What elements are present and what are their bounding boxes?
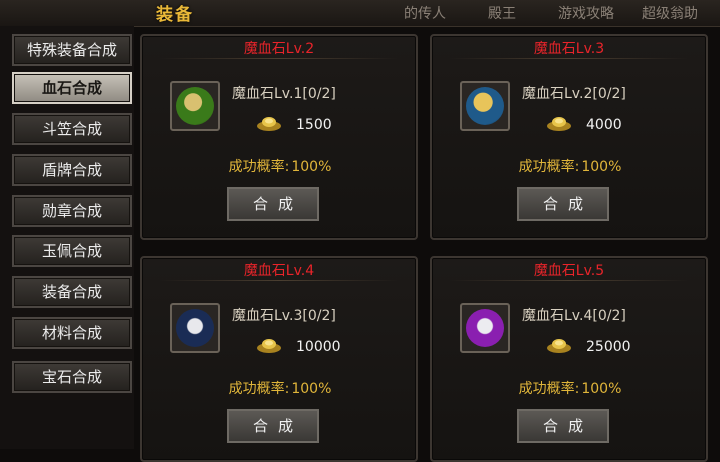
- cost-value: 25000: [586, 339, 631, 355]
- success-rate-label: 成功概率:: [518, 381, 580, 397]
- material-name: 魔血石Lv.1[0/2]: [232, 86, 336, 102]
- success-rate: 成功概率: 100%: [432, 378, 706, 398]
- material-name: 魔血石Lv.2[0/2]: [522, 86, 626, 102]
- dark-blue-tiger-gem-icon[interactable]: [170, 303, 220, 353]
- success-rate-label: 成功概率:: [228, 381, 290, 397]
- gold-ingot-icon: [257, 339, 281, 353]
- recipe-title: 魔血石Lv.2: [243, 41, 315, 57]
- divider: [450, 280, 688, 281]
- success-rate-value: 100%: [581, 159, 622, 175]
- gold-ingot-icon: [547, 339, 571, 353]
- success-rate-value: 100%: [581, 381, 622, 397]
- gold-ingot-icon: [547, 117, 571, 131]
- tab-palace-king[interactable]: 殿王: [488, 3, 516, 23]
- recipe-title: 魔血石Lv.3: [533, 41, 605, 57]
- sidebar-item-equipment[interactable]: 装备合成: [12, 276, 132, 308]
- sidebar-item-gem[interactable]: 宝石合成: [12, 361, 132, 393]
- craft-button[interactable]: 合成: [227, 187, 319, 221]
- tab-game-guide[interactable]: 游戏攻略: [558, 3, 614, 23]
- recipe-panel: 魔血石Lv.3 魔血石Lv.2[0/2] 4000 成功概率: 100% 合成: [430, 34, 708, 240]
- success-rate-value: 100%: [291, 159, 332, 175]
- success-rate: 成功概率: 100%: [142, 156, 416, 176]
- divider: [160, 58, 398, 59]
- sidebar-item-shield[interactable]: 盾牌合成: [12, 154, 132, 186]
- cost-value: 1500: [296, 117, 332, 133]
- green-gem-icon[interactable]: [170, 81, 220, 131]
- success-rate-label: 成功概率:: [518, 159, 580, 175]
- recipe-panel: 魔血石Lv.5 魔血石Lv.4[0/2] 25000 成功概率: 100% 合成: [430, 256, 708, 462]
- success-rate: 成功概率: 100%: [142, 378, 416, 398]
- success-rate-value: 100%: [291, 381, 332, 397]
- divider: [450, 58, 688, 59]
- top-bar: 装备 的传人 殿王 游戏攻略 超级翁助: [0, 0, 720, 27]
- recipe-title: 魔血石Lv.4: [243, 263, 315, 279]
- success-rate: 成功概率: 100%: [432, 156, 706, 176]
- blue-gem-icon[interactable]: [460, 81, 510, 131]
- window-title: 装备: [156, 5, 194, 25]
- sidebar-item-medal[interactable]: 勋章合成: [12, 195, 132, 227]
- sidebar-item-blood-stone[interactable]: 血石合成: [12, 72, 132, 104]
- sidebar-item-material[interactable]: 材料合成: [12, 317, 132, 349]
- success-rate-label: 成功概率:: [228, 159, 290, 175]
- sidebar: 特殊装备合成 血石合成 斗笠合成 盾牌合成 勋章合成 玉佩合成 装备合成 材料合…: [0, 26, 134, 449]
- divider: [160, 280, 398, 281]
- craft-button[interactable]: 合成: [517, 187, 609, 221]
- recipe-title: 魔血石Lv.5: [533, 263, 605, 279]
- material-name: 魔血石Lv.3[0/2]: [232, 308, 336, 324]
- craft-button[interactable]: 合成: [227, 409, 319, 443]
- cost-value: 10000: [296, 339, 341, 355]
- purple-tiger-gem-icon[interactable]: [460, 303, 510, 353]
- sidebar-item-jade[interactable]: 玉佩合成: [12, 235, 132, 267]
- tab-super-sponsor[interactable]: 超级翁助: [642, 3, 698, 23]
- gold-ingot-icon: [257, 117, 281, 131]
- craft-button[interactable]: 合成: [517, 409, 609, 443]
- recipe-panel: 魔血石Lv.4 魔血石Lv.3[0/2] 10000 成功概率: 100% 合成: [140, 256, 418, 462]
- tab-heir[interactable]: 的传人: [404, 3, 446, 23]
- sidebar-item-hat[interactable]: 斗笠合成: [12, 113, 132, 145]
- cost-value: 4000: [586, 117, 622, 133]
- sidebar-item-special-equipment[interactable]: 特殊装备合成: [12, 34, 132, 66]
- material-name: 魔血石Lv.4[0/2]: [522, 308, 626, 324]
- recipe-panel: 魔血石Lv.2 魔血石Lv.1[0/2] 1500 成功概率: 100% 合成: [140, 34, 418, 240]
